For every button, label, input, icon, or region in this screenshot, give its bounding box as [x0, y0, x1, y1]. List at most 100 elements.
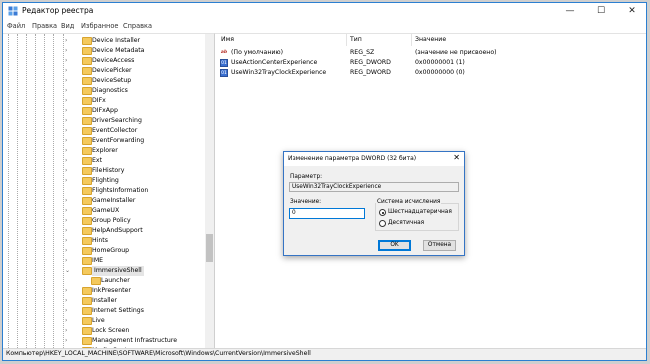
tree-item[interactable]: › GameUX — [3, 206, 203, 216]
tree-item-label: Launcher — [101, 277, 130, 284]
value-row[interactable]: 01 UseActionCenterExperience REG_DWORD 0x00… — [215, 58, 646, 68]
ok-button[interactable]: OK — [378, 240, 411, 251]
hex-radio-label[interactable]: Шестнадцатеричная — [388, 209, 452, 215]
tree-item[interactable]: › Diagnostics — [3, 86, 203, 96]
expand-arrow-icon[interactable]: › — [65, 317, 67, 324]
tree-item[interactable]: › Ext — [3, 156, 203, 166]
menu-file[interactable]: Файл — [7, 22, 25, 30]
tree-item[interactable]: Launcher — [3, 276, 203, 286]
expand-arrow-icon[interactable]: › — [65, 107, 67, 114]
cancel-button[interactable]: Отмена — [423, 240, 456, 251]
expand-arrow-icon[interactable]: › — [65, 77, 67, 84]
collapse-arrow-icon[interactable]: ⌄ — [65, 267, 70, 274]
tree-item[interactable]: › HomeGroup — [3, 246, 203, 256]
expand-arrow-icon[interactable]: › — [65, 97, 67, 104]
tree-item[interactable]: › Installer — [3, 296, 203, 306]
column-header-type[interactable]: Тип — [350, 36, 362, 43]
parameter-name-field: UseWin32TrayClockExperience — [289, 182, 459, 192]
menu-favorites[interactable]: Избранное — [81, 22, 118, 30]
tree-item[interactable]: › DriverSearching — [3, 116, 203, 126]
tree-item[interactable]: › Group Policy — [3, 216, 203, 226]
expand-arrow-icon[interactable]: › — [65, 157, 67, 164]
folder-icon — [82, 317, 92, 325]
tree-item[interactable]: › Explorer — [3, 146, 203, 156]
tree-item[interactable]: › Hints — [3, 236, 203, 246]
tree-scrollbar-thumb[interactable] — [206, 234, 213, 262]
expand-arrow-icon[interactable]: › — [65, 217, 67, 224]
tree-item[interactable]: › Flighting — [3, 176, 203, 186]
dialog-close-button[interactable]: ✕ — [453, 153, 460, 162]
tree-item[interactable]: › Lock Screen — [3, 326, 203, 336]
tree-item[interactable]: › DIFxApp — [3, 106, 203, 116]
expand-arrow-icon[interactable]: › — [65, 237, 67, 244]
value-row[interactable]: 01 UseWin32TrayClockExperience REG_DWORD 0x… — [215, 68, 646, 78]
expand-arrow-icon[interactable]: › — [65, 177, 67, 184]
value-data: 0x00000000 (0) — [415, 69, 465, 76]
expand-arrow-icon[interactable]: › — [65, 37, 67, 44]
expand-arrow-icon[interactable]: › — [65, 247, 67, 254]
maximize-button[interactable]: ☐ — [587, 3, 615, 20]
expand-arrow-icon[interactable]: › — [65, 127, 67, 134]
decimal-radio[interactable] — [379, 220, 386, 227]
expand-arrow-icon[interactable]: › — [65, 197, 67, 204]
column-header-value[interactable]: Значение — [415, 36, 446, 43]
folder-icon — [82, 57, 92, 65]
expand-arrow-icon[interactable]: › — [65, 207, 67, 214]
close-button[interactable]: ✕ — [618, 3, 646, 20]
hex-radio[interactable] — [379, 209, 386, 216]
column-divider[interactable] — [411, 34, 412, 46]
tree-item-label: Diagnostics — [92, 87, 128, 94]
tree-item[interactable]: ⌄ ImmersiveShell — [3, 266, 203, 276]
expand-arrow-icon[interactable]: › — [65, 337, 67, 344]
tree-item[interactable]: › EventCollector — [3, 126, 203, 136]
expand-arrow-icon[interactable]: › — [65, 57, 67, 64]
tree-item[interactable]: › DeviceAccess — [3, 56, 203, 66]
expand-arrow-icon[interactable]: › — [65, 327, 67, 334]
expand-arrow-icon[interactable]: › — [65, 67, 67, 74]
column-header-name[interactable]: Имя — [221, 36, 234, 43]
expand-arrow-icon[interactable]: › — [65, 297, 67, 304]
expand-arrow-icon[interactable]: › — [65, 287, 67, 294]
menu-edit[interactable]: Правка — [32, 22, 57, 30]
menu-view[interactable]: Вид — [61, 22, 74, 30]
value-input[interactable]: 0 — [289, 208, 365, 219]
tree-item[interactable]: › Device Metadata — [3, 46, 203, 56]
expand-arrow-icon[interactable]: › — [65, 47, 67, 54]
expand-arrow-icon[interactable]: › — [65, 167, 67, 174]
expand-arrow-icon[interactable]: › — [65, 147, 67, 154]
value-row[interactable]: ab (По умолчанию) REG_SZ (значение не присв… — [215, 48, 646, 58]
tree-item[interactable]: › InkPresenter — [3, 286, 203, 296]
expand-arrow-icon[interactable]: › — [65, 137, 67, 144]
decimal-radio-label[interactable]: Десятичная — [388, 220, 424, 226]
tree-item[interactable]: › Live — [3, 316, 203, 326]
menu-help[interactable]: Справка — [123, 22, 152, 30]
folder-icon — [82, 157, 92, 165]
tree-scrollbar[interactable] — [205, 34, 214, 351]
tree-item-label: HomeGroup — [92, 247, 130, 254]
tree-item[interactable]: › Internet Settings — [3, 306, 203, 316]
column-divider[interactable] — [346, 34, 347, 46]
expand-arrow-icon[interactable]: › — [65, 307, 67, 314]
tree-item[interactable]: FlightsInformation — [3, 186, 203, 196]
dialog-title-bar[interactable]: Изменение параметра DWORD (32 бита) ✕ — [284, 152, 464, 166]
folder-icon — [82, 287, 92, 295]
tree-item[interactable]: › FileHistory — [3, 166, 203, 176]
tree-item[interactable]: › IME — [3, 256, 203, 266]
minimize-button[interactable]: — — [556, 3, 584, 20]
expand-arrow-icon[interactable]: › — [65, 87, 67, 94]
tree-item[interactable]: › EventForwarding — [3, 136, 203, 146]
tree-item-label: GameInstaller — [92, 197, 136, 204]
tree-item[interactable]: › Device Installer — [3, 36, 203, 46]
title-bar[interactable]: Редактор реестра — ☐ ✕ — [3, 3, 646, 20]
tree-item[interactable]: › DevicePicker — [3, 66, 203, 76]
value-data: (значение не присвоено) — [415, 49, 497, 56]
tree-item[interactable]: › Management Infrastructure — [3, 336, 203, 346]
tree-item[interactable]: › DeviceSetup — [3, 76, 203, 86]
tree-item[interactable]: › DIFx — [3, 96, 203, 106]
tree-item[interactable]: › HelpAndSupport — [3, 226, 203, 236]
expand-arrow-icon[interactable]: › — [65, 117, 67, 124]
tree-item[interactable]: › GameInstaller — [3, 196, 203, 206]
expand-arrow-icon[interactable]: › — [65, 257, 67, 264]
tree-item-label: DevicePicker — [92, 67, 132, 74]
expand-arrow-icon[interactable]: › — [65, 227, 67, 234]
